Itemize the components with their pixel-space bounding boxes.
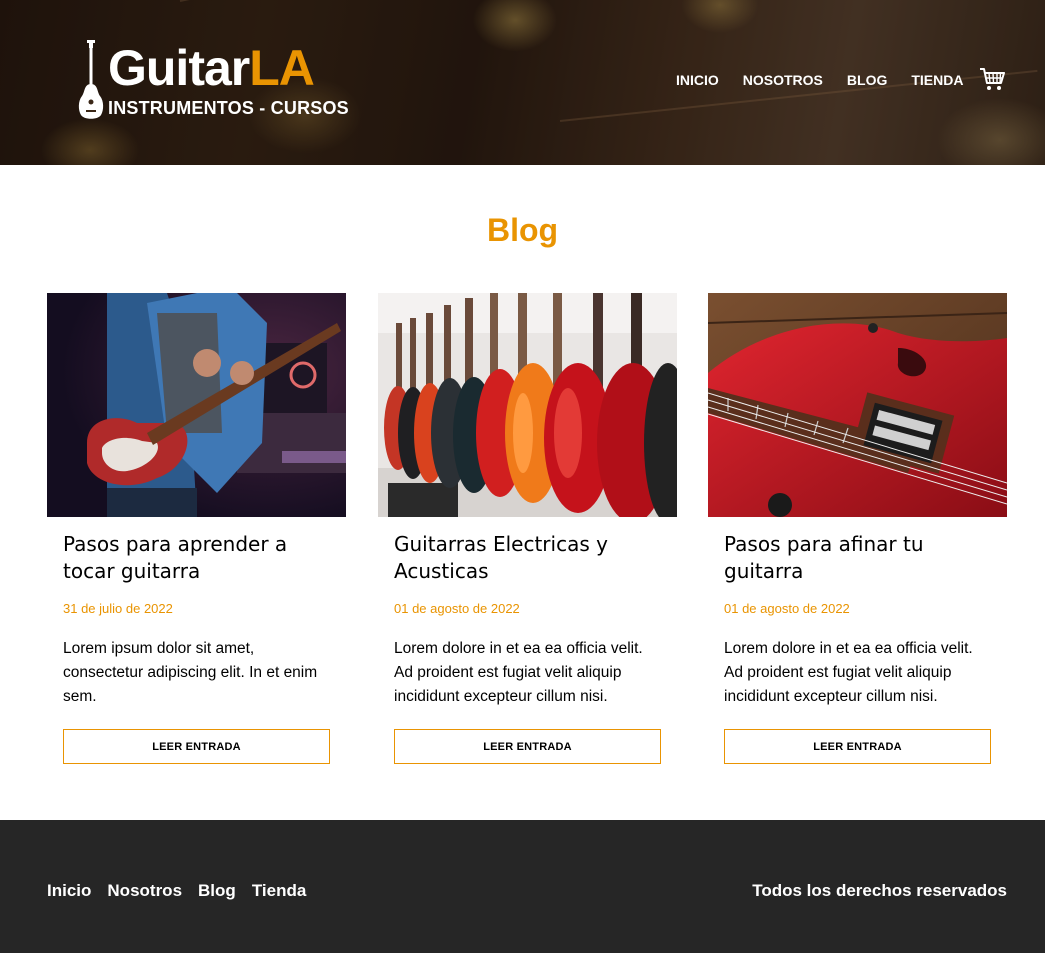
main-nav: INICIO NOSOTROS BLOG TIENDA — [676, 68, 1005, 90]
footer-link-inicio[interactable]: Inicio — [47, 881, 91, 901]
blog-card-excerpt: Lorem dolore in et ea ea officia velit. … — [724, 640, 973, 705]
blog-card-title: Guitarras Electricas y Acusticas — [394, 532, 608, 583]
logo-tagline: INSTRUMENTOS - CURSOS — [108, 98, 349, 118]
nav-link-blog[interactable]: BLOG — [847, 72, 887, 88]
nav-link-inicio[interactable]: INICIO — [676, 72, 719, 88]
logo-brand-accent: LA — [249, 40, 315, 96]
blog-card-date: 31 de julio de 2022 — [63, 601, 173, 616]
blog-card-date: 01 de agosto de 2022 — [394, 601, 520, 616]
blog-card-image[interactable] — [47, 293, 346, 517]
blog-card-excerpt: Lorem dolore in et ea ea officia velit. … — [394, 640, 643, 705]
read-entry-button[interactable]: LEER ENTRADA — [63, 729, 330, 764]
nav-link-nosotros[interactable]: NOSOTROS — [743, 72, 823, 88]
guitars-row-image — [378, 293, 677, 517]
site-header: GuitarLA INSTRUMENTOS - CURSOS INICIO NO… — [0, 0, 1045, 165]
blog-card-title: Pasos para aprender a tocar guitarra — [63, 532, 288, 583]
blog-card-date: 01 de agosto de 2022 — [724, 601, 850, 616]
blog-card: Pasos para aprender a tocar guitarra 31 … — [47, 293, 346, 768]
footer-link-nosotros[interactable]: Nosotros — [107, 881, 182, 901]
page-title: Blog — [486, 212, 559, 248]
blog-card: Pasos para afinar tu guitarra 01 de agos… — [708, 293, 1007, 768]
read-entry-button[interactable]: LEER ENTRADA — [394, 729, 661, 764]
footer-link-blog[interactable]: Blog — [198, 881, 236, 901]
blog-card-excerpt: Lorem ipsum dolor sit amet, consectetur … — [63, 640, 318, 705]
blog-card-image[interactable] — [378, 293, 677, 517]
guitarist-image — [47, 293, 346, 517]
blog-card-body: Guitarras Electricas y Acusticas 01 de a… — [394, 531, 661, 709]
site-logo[interactable]: GuitarLA INSTRUMENTOS - CURSOS — [78, 38, 358, 124]
shopping-cart-icon[interactable] — [979, 67, 1005, 91]
logo-title: GuitarLA — [108, 40, 315, 96]
guitar-logo-icon — [78, 40, 104, 119]
footer-nav: Inicio Nosotros Blog Tienda — [47, 881, 322, 901]
blog-card: Guitarras Electricas y Acusticas 01 de a… — [378, 293, 677, 768]
read-entry-button[interactable]: LEER ENTRADA — [724, 729, 991, 764]
blog-card-body: Pasos para afinar tu guitarra 01 de agos… — [724, 531, 991, 709]
logo-brand-main: Guitar — [108, 40, 250, 96]
nav-link-tienda[interactable]: TIENDA — [911, 72, 963, 88]
red-guitar-image — [708, 293, 1007, 517]
copyright-text: Todos los derechos reservados — [752, 881, 1007, 900]
blog-card-title: Pasos para afinar tu guitarra — [724, 532, 924, 583]
site-footer: Inicio Nosotros Blog Tienda Todos los de… — [0, 820, 1045, 953]
footer-link-tienda[interactable]: Tienda — [252, 881, 306, 901]
blog-card-image[interactable] — [708, 293, 1007, 517]
blog-card-body: Pasos para aprender a tocar guitarra 31 … — [63, 531, 330, 709]
